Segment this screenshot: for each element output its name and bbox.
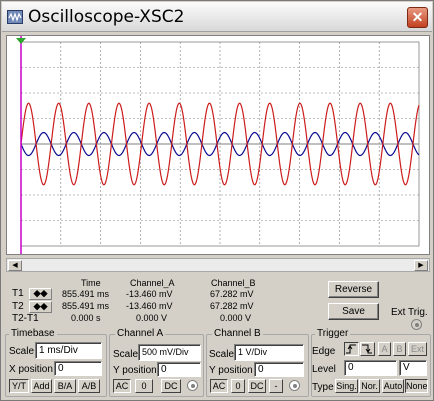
level-input[interactable]: 0 (344, 360, 397, 376)
channel-b-title: Channel B (212, 328, 263, 339)
col-header-time: Time (81, 278, 101, 288)
ext-trig-terminal[interactable] (411, 319, 422, 330)
channel-a-zero-button[interactable]: 0 (135, 379, 153, 393)
window-title: Oscilloscope-XSC2 (28, 7, 185, 27)
trigger-ext-button[interactable]: Ext (408, 342, 427, 356)
mode-ab-button[interactable]: A/B (78, 379, 100, 393)
channel-b-scale-label: Scale (209, 349, 235, 360)
horizontal-scrollbar[interactable]: ◀ ▶ (6, 258, 430, 272)
mode-ba-button[interactable]: B/A (54, 379, 76, 393)
channel-b-ac-button[interactable]: AC (210, 379, 228, 393)
type-single-button[interactable]: Sing. (335, 379, 358, 393)
t1-time: 855.491 ms (62, 289, 110, 299)
waveform-plot (16, 36, 420, 254)
mode-yt-button[interactable]: Y/T (9, 379, 29, 393)
type-label: Type (312, 382, 334, 393)
t1-channel-b: 67.282 mV (210, 289, 254, 299)
right-arrow-icon[interactable]: ▶ (414, 260, 428, 271)
row-label-t1: T1 (12, 288, 24, 299)
channel-a-terminal[interactable] (187, 380, 198, 391)
reverse-button[interactable]: Reverse (328, 281, 379, 298)
row-label-t2: T2 (12, 301, 24, 312)
channel-b-scale-input[interactable]: 1 V/Div (234, 344, 304, 361)
channel-a-scale-input[interactable]: 500 mV/Div (138, 344, 201, 361)
trigger-title: Trigger (315, 328, 351, 339)
type-none-button[interactable]: None (405, 379, 428, 393)
t2-cursor-arrows[interactable]: ◆◆ (29, 301, 52, 313)
channel-a-ypos-label: Y position (113, 365, 157, 376)
channel-b-terminal[interactable] (289, 380, 300, 391)
channel-a-dc-button[interactable]: DC (161, 379, 181, 393)
channel-a-ac-button[interactable]: AC (113, 379, 131, 393)
title-bar[interactable]: Oscilloscope-XSC2 ✕ (2, 2, 432, 32)
t2-time: 855.491 ms (62, 301, 110, 311)
save-button[interactable]: Save (328, 303, 379, 320)
ext-trig-label: Ext Trig. (391, 307, 428, 318)
channel-a-ypos-input[interactable]: 0 (157, 362, 201, 377)
x-position-label: X position (9, 364, 53, 375)
oscilloscope-window: Oscilloscope-XSC2 ✕ ◀ ▶ Time Channel_A C… (0, 0, 434, 401)
timebase-title: Timebase (9, 328, 57, 339)
t1-channel-a: -13.460 mV (126, 289, 173, 299)
t2-channel-b: 67.282 mV (210, 301, 254, 311)
scope-display (6, 35, 430, 255)
edge-label: Edge (312, 346, 336, 357)
col-header-channel-b: Channel_B (211, 278, 256, 288)
delta-time: 0.000 s (71, 313, 101, 323)
trigger-b-button[interactable]: B (393, 342, 406, 356)
left-arrow-icon[interactable]: ◀ (8, 260, 22, 271)
t1-cursor-arrows[interactable]: ◆◆ (29, 288, 52, 300)
channel-b-minus-button[interactable]: - (269, 379, 283, 393)
t2-channel-a: -13.460 mV (126, 301, 173, 311)
channel-a-title: Channel A (115, 328, 166, 339)
channel-a-scale-label: Scale (113, 349, 139, 360)
channel-b-dc-button[interactable]: DC (248, 379, 266, 393)
level-label: Level (312, 364, 336, 375)
delta-channel-b: 0.000 V (220, 313, 252, 323)
delta-channel-a: 0.000 V (136, 313, 168, 323)
measurement-readout: Time Channel_A Channel_B T1 ◆◆ 855.491 m… (6, 274, 319, 325)
x-position-input[interactable]: 0 (54, 361, 102, 376)
channel-b-ypos-input[interactable]: 0 (254, 362, 304, 377)
trigger-a-button[interactable]: A (378, 342, 391, 356)
channel-b-zero-button[interactable]: 0 (231, 379, 245, 393)
timebase-scale-label: Scale (9, 346, 35, 357)
falling-edge-icon[interactable] (360, 342, 375, 356)
type-normal-button[interactable]: Nor. (359, 379, 380, 393)
mode-add-button[interactable]: Add (31, 379, 52, 393)
rising-edge-icon[interactable] (344, 342, 359, 356)
timebase-scale-input[interactable]: 1 ms/Div (35, 342, 102, 359)
type-auto-button[interactable]: Auto (382, 379, 404, 393)
col-header-channel-a: Channel_A (130, 278, 175, 288)
trigger-marker-icon[interactable] (16, 38, 26, 44)
level-unit-select[interactable]: V (399, 360, 427, 376)
channel-b-ypos-label: Y position (209, 365, 253, 376)
row-label-delta: T2-T1 (12, 313, 39, 324)
close-icon[interactable]: ✕ (407, 7, 428, 28)
oscilloscope-icon (7, 10, 23, 24)
